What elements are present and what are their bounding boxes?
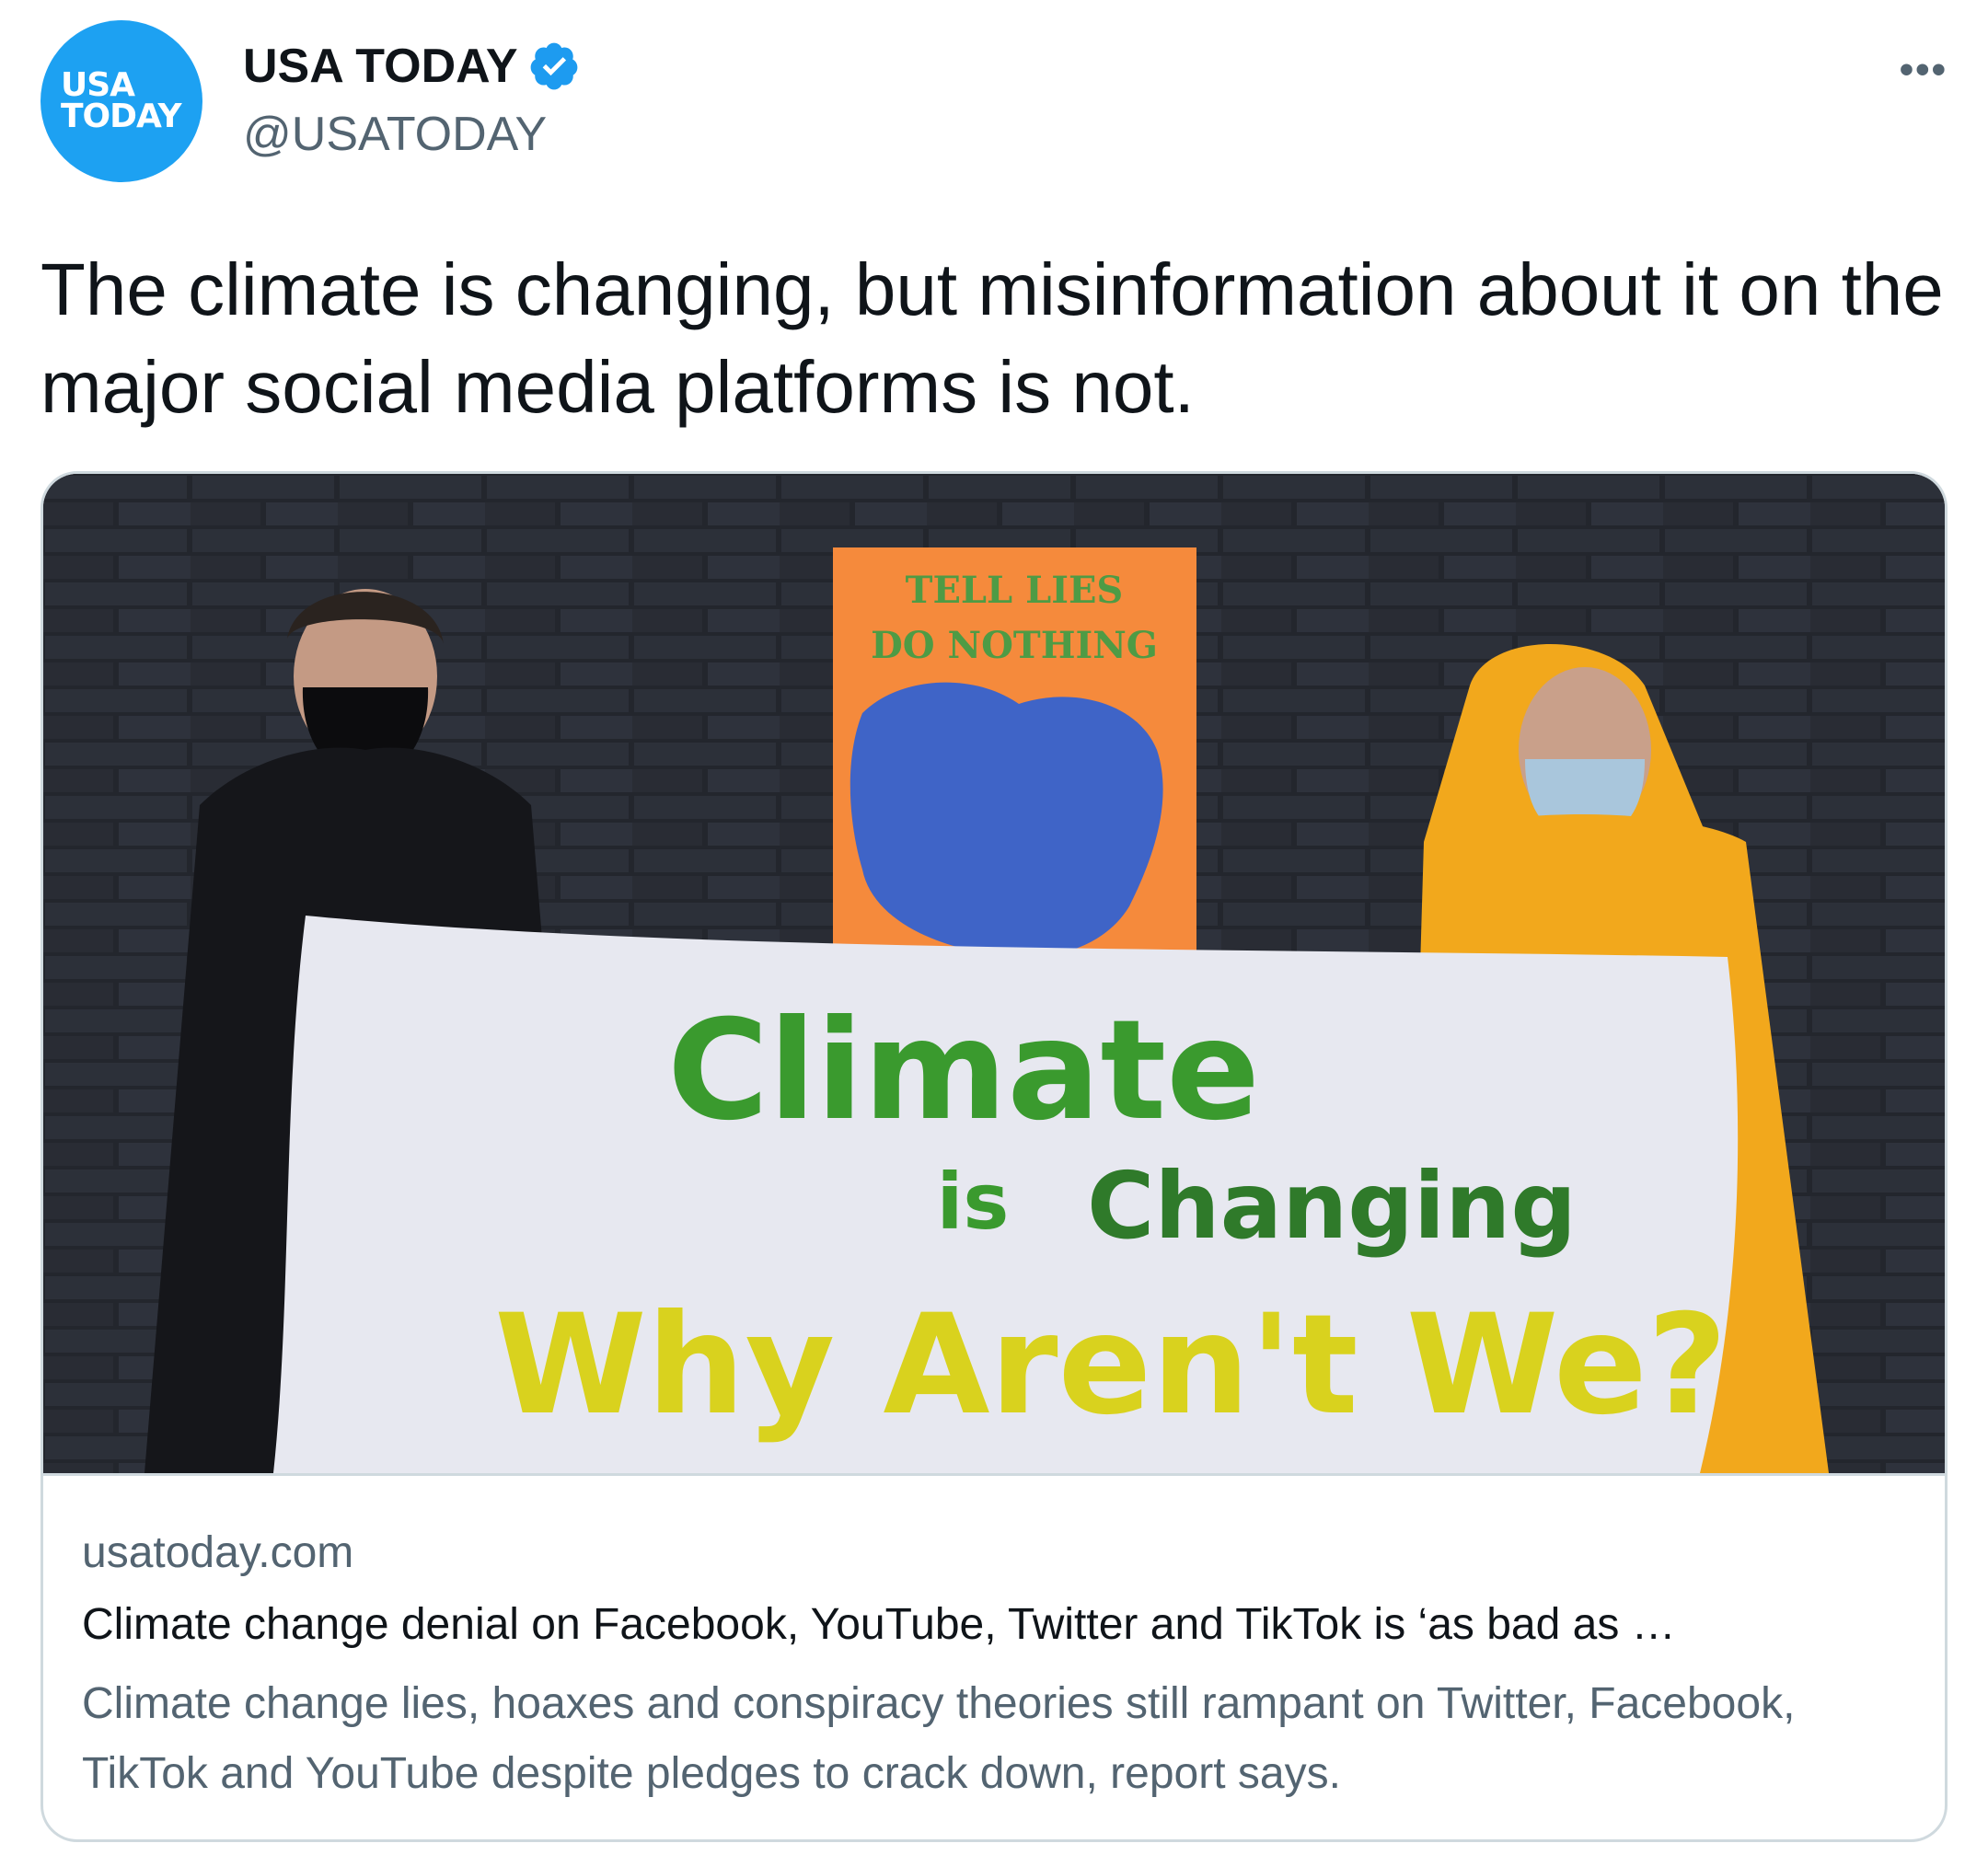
banner-text-1: Climate — [667, 991, 1260, 1151]
banner-text-2a: is — [937, 1157, 1010, 1247]
banner-text-3: Why Aren't We? — [494, 1285, 1728, 1446]
banner-text-2b: Changing — [1087, 1152, 1577, 1260]
author-name-row: USA TODAY — [243, 37, 581, 96]
avatar-logo-text-1: USA — [61, 66, 135, 104]
card-title: Climate change denial on Facebook, YouTu… — [82, 1600, 1676, 1649]
more-options-icon[interactable]: ••• — [1900, 50, 1948, 90]
tweet-text: The climate is changing, but misinformat… — [40, 248, 1944, 428]
card-domain: usatoday.com — [82, 1528, 354, 1577]
link-card[interactable]: TELL LIES DO NOTHING Climate is Changing… — [40, 471, 1948, 1842]
avatar[interactable]: USA TODAY — [40, 20, 202, 182]
author-handle[interactable]: @USATODAY — [243, 105, 547, 164]
display-name[interactable]: USA TODAY — [243, 37, 518, 96]
avatar-logo-text-2: TODAY — [61, 98, 182, 135]
poster-text-2: DO NOTHING — [871, 624, 1158, 667]
card-body[interactable]: usatoday.com Climate change denial on Fa… — [43, 1473, 1945, 1839]
card-description: Climate change lies, hoaxes and conspira… — [82, 1679, 1796, 1798]
card-image[interactable]: TELL LIES DO NOTHING Climate is Changing… — [43, 474, 1945, 1473]
protest-photo: TELL LIES DO NOTHING Climate is Changing… — [43, 474, 1945, 1473]
verified-badge-icon — [530, 42, 577, 90]
poster-text-1: TELL LIES — [906, 569, 1124, 612]
